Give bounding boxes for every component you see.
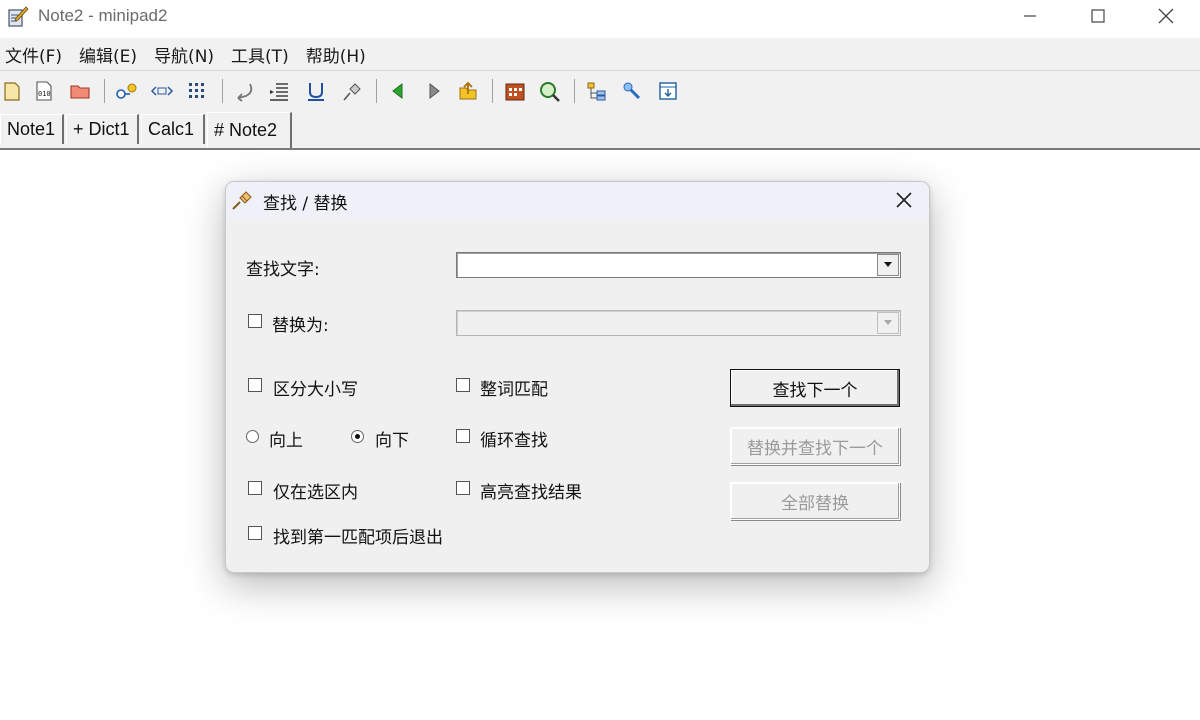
maximize-button[interactable] xyxy=(1064,0,1132,32)
menu-edit[interactable]: 编辑(E) xyxy=(74,42,147,67)
grid-list-icon[interactable] xyxy=(186,79,210,103)
toolbar-separator xyxy=(574,79,575,103)
pin-icon xyxy=(230,188,254,212)
close-icon xyxy=(1158,8,1174,24)
menu-navigate[interactable]: 导航(N) xyxy=(149,42,224,67)
window-title: Note2 - minipad2 xyxy=(38,6,168,25)
search-zoom-icon[interactable] xyxy=(538,79,562,103)
dialog-close-button[interactable] xyxy=(886,186,922,214)
direction-up-radio[interactable] xyxy=(246,430,259,443)
replace-dropdown-button xyxy=(877,312,899,334)
back-icon[interactable] xyxy=(386,79,410,103)
dialog-titlebar: 查找 / 替换 xyxy=(226,182,929,218)
dialog-title: 查找 / 替换 xyxy=(263,194,348,214)
wrap-search-checkbox[interactable] xyxy=(456,429,470,443)
replace-checkbox[interactable] xyxy=(248,314,262,328)
chevron-down-icon xyxy=(884,320,892,325)
new-note-icon[interactable] xyxy=(0,79,24,103)
exit-after-first-checkbox[interactable] xyxy=(248,526,262,540)
match-case-checkbox[interactable] xyxy=(248,378,262,392)
underline-icon[interactable] xyxy=(304,79,328,103)
menu-tools[interactable]: 工具(T) xyxy=(226,42,299,67)
tab-label: Note1 xyxy=(7,119,56,139)
tab-note1[interactable]: Note1 xyxy=(0,114,64,144)
undo-arrow-icon[interactable] xyxy=(232,79,256,103)
settings-tool-icon[interactable] xyxy=(621,79,645,103)
notepad-pen-icon xyxy=(6,5,30,29)
exit-after-first-label: 找到第一匹配项后退出 xyxy=(273,528,443,548)
menu-bar: 文件(F) 编辑(E) 导航(N) 工具(T) 帮助(H) xyxy=(0,38,1200,70)
find-label: 查找文字: xyxy=(246,260,320,280)
minimize-icon xyxy=(1024,15,1036,17)
find-dropdown-button[interactable] xyxy=(877,254,899,276)
chevron-down-icon xyxy=(884,262,892,267)
highlight-results-checkbox[interactable] xyxy=(456,481,470,495)
toolbar: 010 xyxy=(0,70,1200,111)
toolbar-separator xyxy=(376,79,377,103)
toolbar-separator xyxy=(222,79,223,103)
replace-text-combobox xyxy=(456,310,901,336)
tab-label: # Note2 xyxy=(214,120,278,140)
wrap-search-label: 循环查找 xyxy=(480,431,548,451)
tab-note2[interactable]: # Note2 xyxy=(207,112,292,148)
toolbar-separator xyxy=(104,79,105,103)
new-binary-icon[interactable]: 010 xyxy=(32,79,56,103)
whole-word-label: 整词匹配 xyxy=(480,380,548,400)
toolbar-separator xyxy=(492,79,493,103)
tab-dict1[interactable]: + Dict1 xyxy=(66,114,139,144)
window-titlebar: Note2 - minipad2 xyxy=(0,0,1200,36)
tab-calc1[interactable]: Calc1 xyxy=(141,114,205,144)
calendar-icon[interactable] xyxy=(503,79,527,103)
close-window-button[interactable] xyxy=(1132,0,1200,32)
replace-label: 替换为: xyxy=(272,316,329,336)
pin-icon[interactable] xyxy=(340,79,364,103)
svg-text:010: 010 xyxy=(38,90,51,98)
in-selection-label: 仅在选区内 xyxy=(273,483,358,503)
text-align-icon[interactable] xyxy=(268,79,292,103)
direction-down-label: 向下 xyxy=(375,431,409,451)
save-down-icon[interactable] xyxy=(656,79,680,103)
open-folder-icon[interactable] xyxy=(68,79,92,103)
forward-icon[interactable] xyxy=(422,79,446,103)
tab-label: + Dict1 xyxy=(73,119,130,139)
insert-tag-icon[interactable] xyxy=(150,79,174,103)
find-text-combobox[interactable] xyxy=(456,252,901,278)
direction-up-label: 向上 xyxy=(269,431,303,451)
tab-label: Calc1 xyxy=(148,119,195,139)
replace-find-next-button: 替换并查找下一个 xyxy=(730,427,900,465)
whole-word-checkbox[interactable] xyxy=(456,378,470,392)
menu-help[interactable]: 帮助(H) xyxy=(301,42,376,67)
find-replace-dialog: 查找 / 替换 查找文字: 替换为: 区分大小写 整词匹配 向上 向下 循环查找… xyxy=(225,181,930,573)
highlight-results-label: 高亮查找结果 xyxy=(480,483,582,503)
direction-down-radio[interactable] xyxy=(351,430,364,443)
find-next-button[interactable]: 查找下一个 xyxy=(730,369,900,407)
menu-file[interactable]: 文件(F) xyxy=(0,42,72,67)
replace-all-button: 全部替换 xyxy=(730,482,900,520)
in-selection-checkbox[interactable] xyxy=(248,481,262,495)
outline-icon[interactable] xyxy=(585,79,609,103)
add-item-icon[interactable] xyxy=(114,79,138,103)
maximize-icon xyxy=(1091,9,1105,23)
minimize-button[interactable] xyxy=(996,0,1064,32)
up-folder-icon[interactable] xyxy=(456,79,480,103)
close-icon xyxy=(896,192,912,208)
match-case-label: 区分大小写 xyxy=(273,380,358,400)
